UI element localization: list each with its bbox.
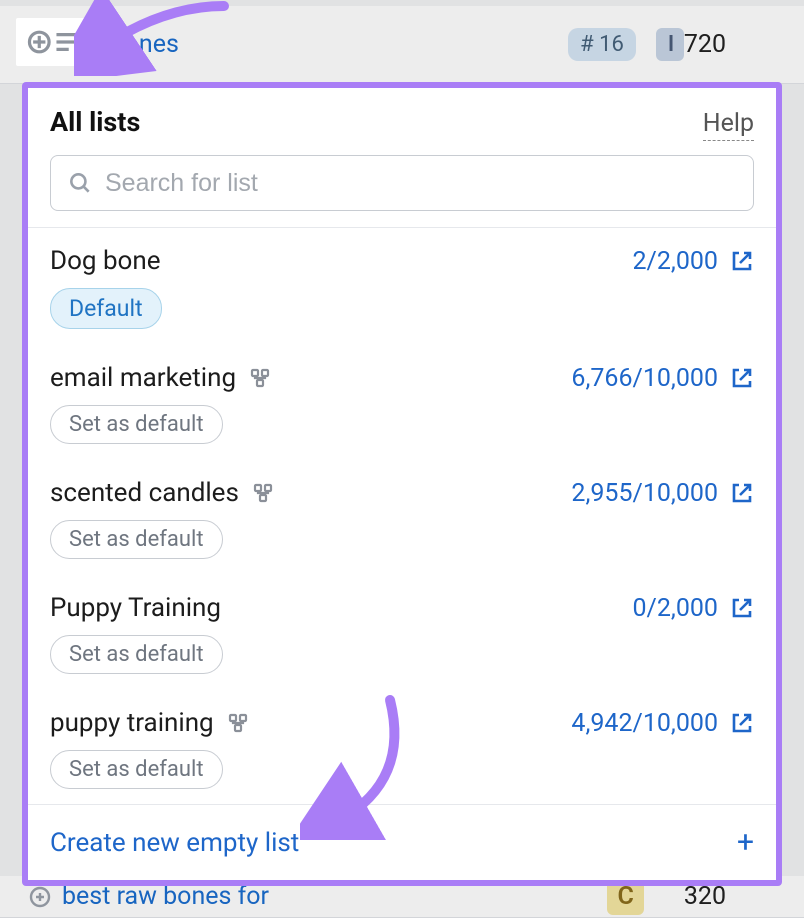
volume-value: 720 [684, 30, 776, 59]
intent-badge: I [656, 28, 684, 61]
popover-header: All lists Help [28, 88, 776, 155]
list-item[interactable]: email marketing 6,766/10,000 Set as defaul… [28, 345, 776, 460]
list-item[interactable]: Dog bone 2/2,000 Default [28, 228, 776, 345]
lists-scroll-area[interactable]: Dog bone 2/2,000 Default email marketing 6,7… [28, 228, 776, 804]
list-count: 6,766/10,000 [571, 364, 718, 393]
position-badge: # 16 [568, 28, 636, 61]
list-count: 0/2,000 [633, 594, 719, 623]
add-to-list-icon[interactable] [28, 885, 52, 909]
list-item[interactable]: Puppy Training 0/2,000 Set as default [28, 575, 776, 690]
list-count: 4,942/10,000 [571, 709, 718, 738]
keyword-text[interactable]: best raw bones for [62, 882, 607, 911]
search-icon [67, 170, 93, 196]
popover-title: All lists [50, 106, 140, 138]
all-lists-popover: All lists Help Dog bone 2/2,000 Default ema… [22, 82, 782, 886]
list-count: 2,955/10,000 [571, 479, 718, 508]
set-as-default-button[interactable]: Set as default [50, 750, 223, 789]
search-input[interactable] [105, 169, 737, 198]
default-badge: Default [50, 288, 162, 329]
list-name: Dog bone [50, 246, 161, 276]
set-as-default-button[interactable]: Set as default [50, 635, 223, 674]
help-link[interactable]: Help [703, 109, 754, 141]
list-name: email marketing [50, 363, 236, 393]
list-name: puppy training [50, 708, 214, 738]
set-as-default-button[interactable]: Set as default [50, 405, 223, 444]
open-list-icon[interactable] [730, 711, 754, 735]
volume-value: 320 [684, 882, 776, 911]
list-name: scented candles [50, 478, 239, 508]
shared-icon [226, 711, 250, 735]
list-item[interactable]: scented candles 2,955/10,000 Set as defaul… [28, 460, 776, 575]
open-list-icon[interactable] [730, 596, 754, 620]
create-new-list-button[interactable]: Create new empty list [50, 828, 299, 858]
list-name: Puppy Training [50, 593, 221, 623]
add-to-list-toolbar-button[interactable] [16, 18, 92, 66]
keyword-row: dog bones # 16 I 720 [0, 6, 804, 84]
open-list-icon[interactable] [730, 249, 754, 273]
list-item[interactable]: puppy training 4,942/10,000 Set as default [28, 690, 776, 804]
set-as-default-button[interactable]: Set as default [50, 520, 223, 559]
search-input-wrapper[interactable] [50, 155, 754, 211]
plus-icon[interactable]: + [737, 825, 754, 860]
list-count: 2/2,000 [633, 247, 719, 276]
shared-icon [251, 481, 275, 505]
open-list-icon[interactable] [730, 481, 754, 505]
shared-icon [248, 366, 272, 390]
open-list-icon[interactable] [730, 366, 754, 390]
keyword-text[interactable]: dog bones [62, 30, 548, 59]
popover-footer: Create new empty list + [28, 804, 776, 880]
